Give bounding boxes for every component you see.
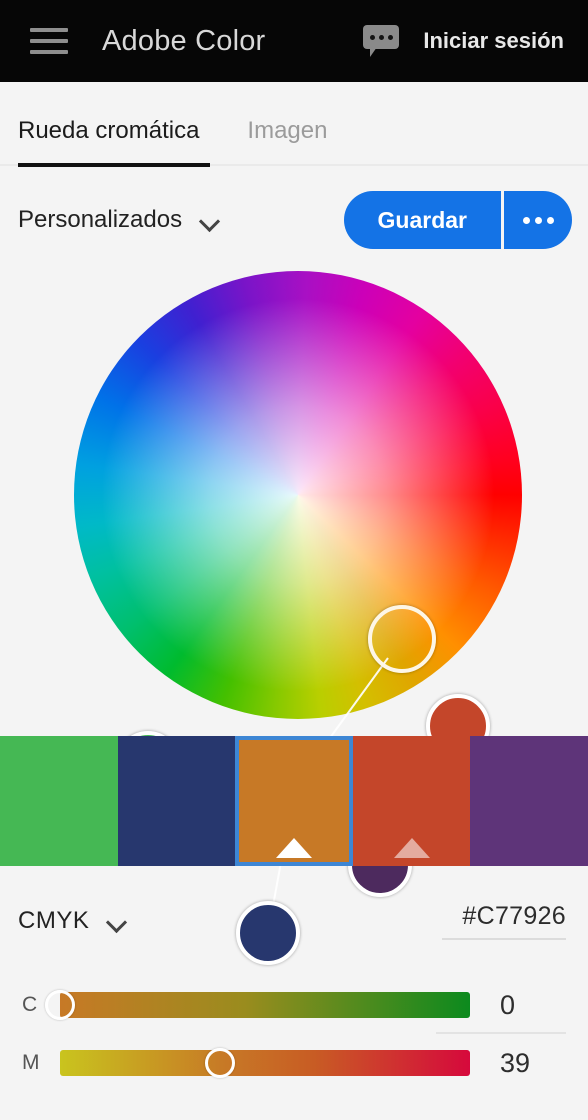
save-button-group: Guardar	[343, 191, 572, 249]
slider-row-c: C 0	[0, 976, 588, 1034]
bubble-dot	[369, 34, 375, 40]
more-dot	[546, 216, 554, 224]
speech-bubble-body	[363, 25, 400, 49]
bubble-dot	[387, 34, 393, 40]
tab-image[interactable]: Imagen	[247, 111, 327, 145]
swatch-purple[interactable]	[470, 736, 588, 866]
swatch-navy[interactable]	[117, 736, 236, 866]
more-dot	[534, 216, 542, 224]
slider-row-m: M 39	[0, 1034, 588, 1092]
speech-bubble-tail	[370, 47, 378, 57]
tab-bar: Rueda cromática Imagen	[0, 82, 588, 174]
harmony-rule-label: Personalizados	[18, 206, 183, 233]
harmony-controls-row: Personalizados Guardar	[0, 174, 588, 266]
hamburger-bar	[30, 50, 68, 54]
more-options-button[interactable]	[504, 191, 572, 249]
bubble-dot	[378, 34, 384, 40]
slider-c-track[interactable]	[45, 990, 470, 1020]
swatch-orange[interactable]	[235, 736, 353, 866]
slider-m-label: M	[22, 1051, 40, 1074]
tab-color-wheel[interactable]: Rueda cromática	[18, 111, 199, 145]
marker-navy[interactable]	[236, 901, 300, 965]
color-wheel-area[interactable]	[0, 266, 588, 965]
harmony-rule-selector[interactable]: Personalizados	[18, 206, 220, 234]
header-actions: Iniciar sesión	[363, 25, 564, 57]
app-header: Adobe Color Iniciar sesión	[0, 0, 588, 82]
palette-swatch-strip	[0, 736, 588, 866]
swatch-red[interactable]	[352, 736, 471, 866]
slider-c-knob[interactable]	[45, 990, 75, 1020]
hamburger-icon[interactable]	[30, 28, 68, 54]
tab-active-indicator	[18, 163, 210, 167]
chevron-down-icon	[200, 214, 220, 226]
speech-bubble-icon[interactable]	[363, 25, 400, 57]
swatch-green[interactable]	[0, 736, 118, 866]
active-swatch-indicator	[275, 838, 312, 858]
slider-c-value: 0	[500, 989, 516, 1020]
slider-m-knob[interactable]	[204, 1048, 235, 1078]
marker-orange-selected[interactable]	[368, 605, 436, 673]
base-swatch-indicator	[393, 838, 430, 858]
slider-m-value: 39	[500, 1047, 531, 1078]
hamburger-bar	[30, 39, 68, 43]
more-dot	[522, 216, 530, 224]
hamburger-bar	[30, 28, 68, 32]
save-button[interactable]: Guardar	[344, 191, 501, 249]
sign-in-button[interactable]: Iniciar sesión	[423, 28, 564, 54]
slider-m-track[interactable]	[60, 1048, 470, 1078]
adobe-color-app: Adobe Color Iniciar sesión Rueda cromáti…	[0, 0, 588, 1120]
brand-title: Adobe Color	[102, 24, 266, 57]
chevron-down-icon	[107, 915, 127, 927]
